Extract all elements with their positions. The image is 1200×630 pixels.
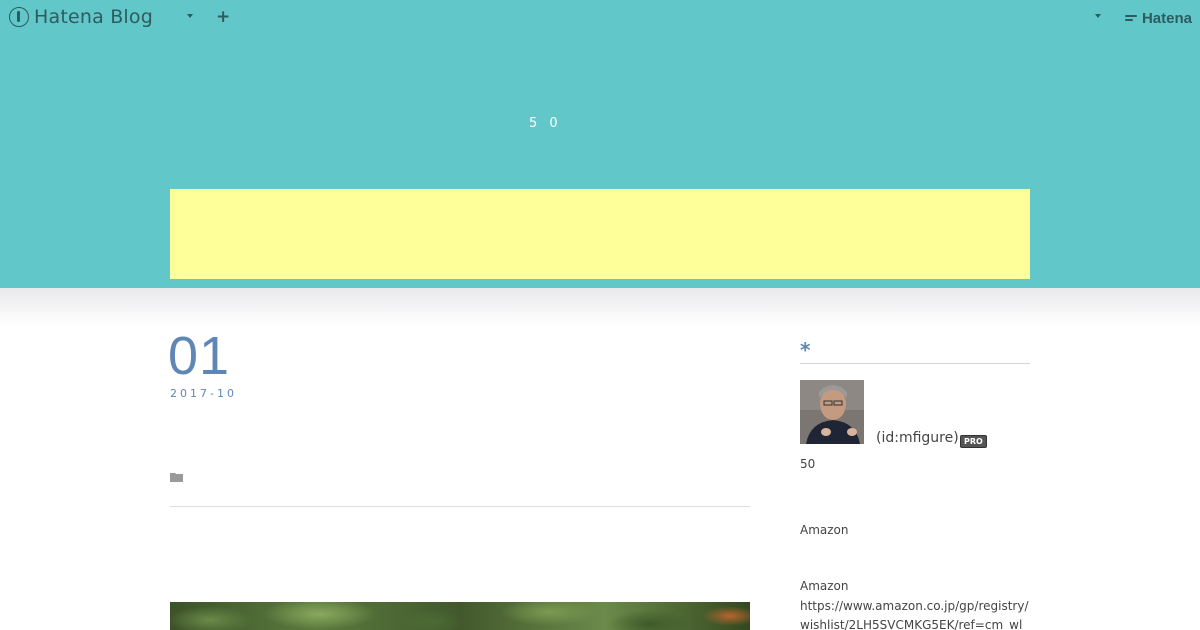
article-date-day[interactable]: 01 (168, 326, 230, 386)
add-post-button[interactable]: + (216, 8, 230, 26)
sidebar-module-heading: * (800, 339, 1030, 364)
profile-avatar[interactable] (800, 380, 864, 444)
hatena-signal-icon (1124, 13, 1139, 25)
blog-title[interactable]: 5 0 (529, 116, 562, 131)
hatena-brand-label: Hatena (1141, 10, 1192, 27)
amazon-wishlist-label: Amazon (800, 579, 849, 593)
amazon-wishlist-link[interactable]: https://www.amazon.co.jp/gp/registry/wis… (800, 597, 1032, 630)
header-banner (170, 189, 1030, 279)
category-folder-icon (170, 473, 183, 482)
amazon-label: Amazon (800, 523, 849, 537)
hatena-blog-logo[interactable]: Hatena Blog (9, 6, 153, 28)
article-divider (170, 506, 750, 507)
profile-description: 50 (800, 457, 816, 471)
article-photo (170, 602, 750, 630)
pro-badge: PRO (960, 435, 987, 448)
header-shadow (0, 288, 1200, 326)
profile-avatar-image (800, 380, 864, 444)
hatena-blog-logo-icon (9, 7, 29, 27)
account-menu-chevron-down-icon[interactable] (1095, 14, 1101, 18)
hatena-blog-logo-text: Hatena Blog (34, 6, 153, 28)
profile-user-id[interactable]: (id:mfigure) (876, 430, 959, 446)
sidebar-heading-asterisk: * (800, 338, 811, 362)
hatena-brand-link[interactable]: Hatena (1124, 10, 1192, 27)
article-date-year-month[interactable]: 2017-10 (170, 387, 237, 400)
blog-menu-chevron-down-icon[interactable] (187, 14, 193, 18)
